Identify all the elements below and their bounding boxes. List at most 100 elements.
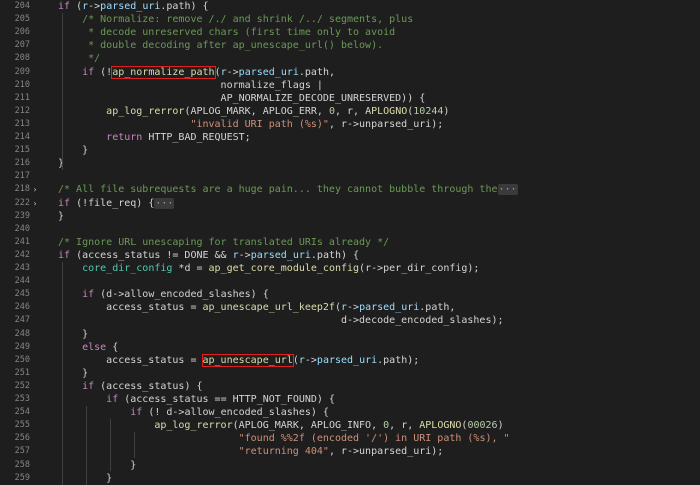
code-line[interactable]: 248 } <box>0 328 700 341</box>
code-text[interactable]: * double decoding after ap_unescape_url(… <box>58 39 383 52</box>
code-text[interactable]: if (r->parsed_uri.path) { <box>58 0 209 13</box>
code-line[interactable]: 215 } <box>0 144 700 157</box>
code-line[interactable]: 217 <box>0 170 700 183</box>
code-line[interactable]: 205 /* Normalize: remove /./ and shrink … <box>0 13 700 26</box>
code-line[interactable]: 204 if (r->parsed_uri.path) { <box>0 0 700 13</box>
code-token: AP_NORMALIZE_DECODE_UNRESERVED)) { <box>58 92 426 104</box>
code-line[interactable]: 241 /* Ignore URL unescaping for translat… <box>0 236 700 249</box>
line-number: 209 <box>14 66 30 77</box>
line-number: 254 <box>14 407 30 418</box>
line-number: 208 <box>14 53 30 64</box>
line-number: 213 <box>14 118 30 129</box>
code-text[interactable]: normalize_flags | <box>58 79 323 92</box>
code-line[interactable]: 243 core_dir_config *d = ap_get_core_mod… <box>0 262 700 275</box>
code-token: (d->allow_encoded_slashes) { <box>94 289 269 301</box>
code-line[interactable]: 245 if (d->allow_encoded_slashes) { <box>0 288 700 301</box>
code-text[interactable]: } <box>58 210 64 223</box>
code-token: parsed_uri <box>238 66 299 78</box>
code-text[interactable]: /* Normalize: remove /./ and shrink /../… <box>58 13 413 26</box>
code-line[interactable]: 240 <box>0 223 700 236</box>
code-token: (!file_req) { <box>70 197 155 209</box>
code-text[interactable]: ap_log_rerror(APLOG_MARK, APLOG_INFO, 0,… <box>58 419 504 432</box>
code-line[interactable]: 216} <box>0 157 700 170</box>
code-line[interactable]: 254 if (! d->allow_encoded_slashes) { <box>0 406 700 419</box>
code-token: } <box>58 459 137 471</box>
code-line[interactable]: 259 } <box>0 472 700 485</box>
code-text[interactable]: /* All file subrequests are a huge pain.… <box>58 183 518 196</box>
code-token: ) <box>497 420 504 432</box>
code-line[interactable]: 206 * decode unreserved chars (first tim… <box>0 26 700 39</box>
code-text[interactable]: else { <box>58 341 118 354</box>
code-line[interactable]: 246 access_status = ap_unescape_url_keep… <box>0 301 700 314</box>
code-line[interactable]: 251 } <box>0 367 700 380</box>
code-line[interactable]: 255 ap_log_rerror(APLOG_MARK, APLOG_INFO… <box>0 419 700 432</box>
line-number: 207 <box>14 40 30 51</box>
code-line[interactable]: 208 */ <box>0 52 700 65</box>
code-token: } <box>58 210 65 222</box>
code-line[interactable]: 214 return HTTP_BAD_REQUEST; <box>0 131 700 144</box>
code-text[interactable]: if (access_status) { <box>58 380 202 393</box>
code-token: HTTP_BAD_REQUEST; <box>142 132 251 143</box>
code-line[interactable]: 222 › if (!file_req) {··· <box>0 197 700 210</box>
code-token: , r, <box>334 105 366 117</box>
code-text[interactable]: access_status = ap_unescape_url(r->parse… <box>58 353 419 367</box>
code-text[interactable]: if (d->allow_encoded_slashes) { <box>58 288 269 301</box>
code-token: if <box>106 394 119 405</box>
code-line[interactable]: 252 if (access_status) { <box>0 380 700 393</box>
line-number: 218 <box>14 184 30 195</box>
code-text[interactable]: if (!ap_normalize_path(r->parsed_uri.pat… <box>58 65 335 79</box>
code-text[interactable]: */ <box>58 52 100 65</box>
code-line[interactable]: 211 AP_NORMALIZE_DECODE_UNRESERVED)) { <box>0 92 700 105</box>
code-line[interactable]: 242 if (access_status != DONE && r->parse… <box>0 249 700 262</box>
code-token: APLOGNO <box>365 105 408 117</box>
indent-guide <box>110 419 111 472</box>
code-line[interactable]: 207 * double decoding after ap_unescape_… <box>0 39 700 52</box>
code-text[interactable]: access_status = ap_unescape_url_keep2f(r… <box>58 301 455 314</box>
fold-chevron-icon[interactable]: › <box>31 197 39 210</box>
highlighted-function-name: ap_unescape_url <box>201 353 294 367</box>
code-token: (! d->allow_encoded_slashes) { <box>142 407 329 419</box>
code-line[interactable]: 253 if (access_status == HTTP_NOT_FOUND)… <box>0 393 700 406</box>
fold-chevron-icon[interactable]: › <box>31 183 39 196</box>
code-token: ap_unescape_url_keep2f <box>202 302 335 314</box>
code-line[interactable]: 244 <box>0 275 700 288</box>
code-line[interactable]: 209 if (!ap_normalize_path(r->parsed_uri… <box>0 65 700 79</box>
code-token: access_status = <box>58 302 203 314</box>
code-text[interactable]: "returning 404", r->unparsed_uri); <box>58 445 444 458</box>
code-text[interactable]: "found %%2f (encoded '/') in URI path (%… <box>58 432 510 445</box>
code-text[interactable]: * decode unreserved chars (first time on… <box>58 26 395 39</box>
code-token: * decode unreserved chars (first time on… <box>58 27 396 39</box>
code-text[interactable]: } <box>58 459 136 472</box>
code-token: (! <box>94 66 113 78</box>
line-number: 206 <box>14 27 30 38</box>
code-line[interactable]: 247 d->decode_encoded_slashes); <box>0 314 700 327</box>
code-text[interactable]: d->decode_encoded_slashes); <box>58 314 504 327</box>
code-text[interactable]: if (access_status != DONE && r->parsed_u… <box>58 249 359 262</box>
line-number: 256 <box>14 433 30 444</box>
code-text[interactable]: ap_log_rerror(APLOG_MARK, APLOG_ERR, 0, … <box>58 105 449 118</box>
code-text[interactable]: return HTTP_BAD_REQUEST; <box>58 131 251 144</box>
code-text[interactable]: "invalid URI path (%s)", r->unparsed_uri… <box>58 118 443 131</box>
code-text[interactable]: if (!file_req) {··· <box>58 197 175 210</box>
code-text[interactable]: AP_NORMALIZE_DECODE_UNRESERVED)) { <box>58 92 426 105</box>
code-text[interactable]: if (! d->allow_encoded_slashes) { <box>58 406 329 419</box>
code-line[interactable]: 250 access_status = ap_unescape_url(r->p… <box>0 353 700 367</box>
code-line[interactable]: 212 ap_log_rerror(APLOG_MARK, APLOG_ERR,… <box>0 105 700 118</box>
code-text[interactable]: if (access_status == HTTP_NOT_FOUND) { <box>58 393 335 406</box>
line-number: 258 <box>14 459 30 470</box>
code-text[interactable]: /* Ignore URL unescaping for translated … <box>58 236 389 249</box>
code-line[interactable]: 257 "returning 404", r->unparsed_uri); <box>0 445 700 458</box>
code-line[interactable]: 210 normalize_flags | <box>0 79 700 92</box>
code-token: ap_log_rerror <box>106 105 185 117</box>
code-line[interactable]: 249 else { <box>0 341 700 354</box>
line-number: 214 <box>14 132 30 142</box>
code-editor[interactable]: 204 if (r->parsed_uri.path) {205 /* Norma… <box>0 0 700 485</box>
code-line[interactable]: 258 } <box>0 459 700 472</box>
code-line[interactable]: 218 › /* All file subrequests are a huge p… <box>0 183 700 196</box>
code-text[interactable]: core_dir_config *d = ap_get_core_module_… <box>58 262 479 275</box>
code-line[interactable]: 239} <box>0 210 700 223</box>
code-line[interactable]: 256 "found %%2f (encoded '/') in URI pat… <box>0 432 700 445</box>
collapsed-region-ellipsis: ··· <box>154 197 175 209</box>
code-line[interactable]: 213 "invalid URI path (%s)", r->unparsed… <box>0 118 700 131</box>
